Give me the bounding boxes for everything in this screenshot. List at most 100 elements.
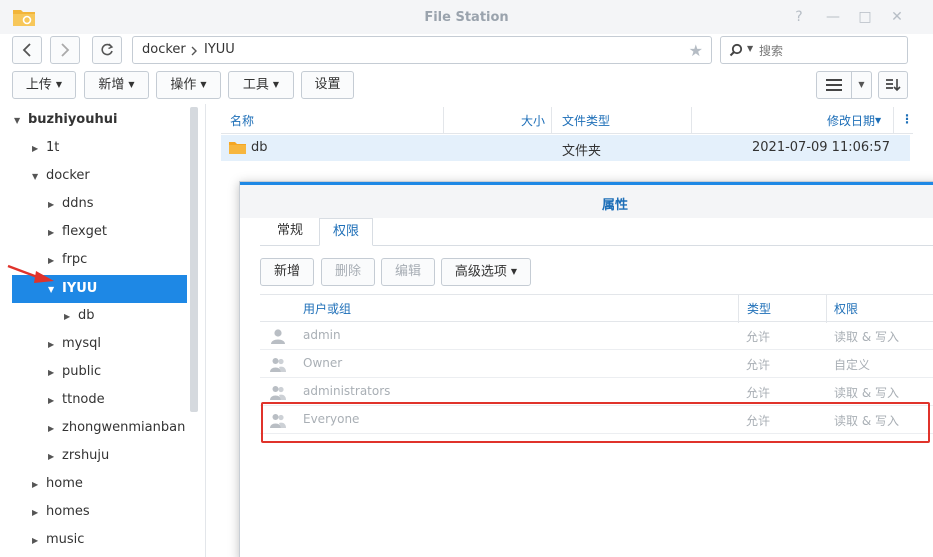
column-name[interactable]: 名称 (230, 112, 254, 129)
path-segment-docker[interactable]: docker (142, 42, 186, 57)
delete-button[interactable]: 删除 (321, 258, 375, 286)
forward-button[interactable] (50, 36, 80, 64)
tree-item-label: music (46, 532, 85, 547)
new-label: 新增 (98, 77, 125, 93)
upload-label: 上传 (25, 77, 52, 93)
tree-item-label: homes (46, 504, 90, 519)
maximize-icon[interactable]: □ (856, 8, 874, 26)
list-view-button[interactable] (816, 71, 852, 99)
sidebar-scrollbar[interactable] (190, 107, 198, 412)
search-placeholder: 搜索 (759, 44, 784, 58)
annotation-arrow-icon (7, 264, 54, 283)
collapsed-triangle-icon: ▶ (32, 480, 39, 489)
caret-down-icon: ▼ (200, 80, 207, 89)
group-icon (270, 386, 286, 400)
sort-icon (886, 79, 901, 92)
user-name: admin (303, 328, 341, 342)
collapsed-triangle-icon: ▶ (48, 340, 55, 349)
advanced-options-button[interactable]: 高级选项 ▼ (441, 258, 531, 286)
tree-item-label: db (78, 308, 95, 323)
tree-item-label: public (62, 364, 102, 379)
caret-down-icon: ▼ (55, 80, 63, 89)
search-input[interactable]: ▼ 搜索 (720, 36, 908, 64)
minimize-icon[interactable]: — (824, 8, 842, 26)
table-row[interactable]: admin 允许 读取 & 写入 (260, 322, 933, 350)
file-modified: 2021-07-09 11:06:57 (752, 140, 891, 155)
tree-item-docker[interactable]: ▼ docker (32, 162, 90, 190)
favorite-star-icon[interactable]: ★ (689, 41, 703, 60)
tree-item-label: home (46, 476, 83, 491)
advanced-options-label: 高级选项 (454, 264, 507, 280)
table-row[interactable]: Owner 允许 自定义 (260, 350, 933, 378)
title-bar: File Station ? — □ ✕ (0, 0, 933, 34)
tree-item-home[interactable]: ▶ home (32, 470, 83, 498)
permission-type: 允许 (746, 358, 771, 372)
permission-value: 自定义 (834, 358, 871, 372)
column-divider (738, 295, 739, 323)
tree-item-db[interactable]: ▶ db (64, 302, 95, 330)
edit-button[interactable]: 编辑 (381, 258, 435, 286)
collapsed-triangle-icon: ▶ (64, 312, 71, 321)
properties-dialog: 属性 常规 权限 新增 删除 编辑 高级选项 ▼ 用户或组 类型 权限 admin… (239, 181, 933, 557)
tree-item-ttnode[interactable]: ▶ ttnode (48, 386, 105, 414)
column-type[interactable]: 类型 (747, 300, 771, 317)
tree-item-public[interactable]: ▶ public (48, 358, 101, 386)
tree-item-label: docker (46, 168, 90, 183)
collapsed-triangle-icon: ▶ (32, 536, 39, 545)
column-modified[interactable]: 修改日期 (827, 112, 875, 129)
collapsed-triangle-icon: ▶ (32, 144, 39, 153)
column-size[interactable]: 大小 (521, 112, 545, 129)
tree-root[interactable]: ▼ buzhiyouhui (14, 112, 117, 127)
column-permission[interactable]: 权限 (834, 300, 858, 317)
tree-item-label: zrshuju (62, 448, 110, 463)
help-icon[interactable]: ? (790, 8, 808, 26)
column-type[interactable]: 文件类型 (562, 112, 610, 129)
column-divider (691, 107, 692, 134)
group-icon (270, 358, 286, 372)
collapsed-triangle-icon: ▶ (48, 452, 55, 461)
user-name: Owner (303, 356, 343, 370)
column-user-or-group[interactable]: 用户或组 (303, 300, 351, 317)
tools-label: 工具 (242, 77, 269, 93)
add-button[interactable]: 新增 (260, 258, 314, 286)
user-icon (271, 329, 285, 344)
tree-item-ddns[interactable]: ▶ ddns (48, 190, 94, 218)
path-segment-iyuu[interactable]: IYUU (204, 42, 235, 57)
sort-desc-icon: ▼ (875, 116, 882, 125)
tree-item-flexget[interactable]: ▶ flexget (48, 218, 107, 246)
upload-button[interactable]: 上传 ▼ (12, 71, 76, 99)
search-dropdown-icon[interactable]: ▼ (747, 44, 753, 53)
action-button[interactable]: 操作 ▼ (156, 71, 221, 99)
caret-down-icon: ▼ (272, 80, 280, 89)
tree-item-label: flexget (62, 224, 107, 239)
column-menu-icon[interactable]: ⋮ (901, 112, 913, 126)
tree-item-mysql[interactable]: ▶ mysql (48, 330, 101, 358)
path-bar[interactable]: docker IYUU ★ (132, 36, 712, 64)
search-icon (729, 43, 743, 57)
tab-permissions[interactable]: 权限 (319, 218, 374, 246)
tree-item-label: ttnode (62, 392, 105, 407)
tree-item-zrshuju[interactable]: ▶ zrshuju (48, 442, 109, 470)
caret-down-icon: ▼ (510, 267, 518, 276)
tools-button[interactable]: 工具 ▼ (228, 71, 294, 99)
view-dropdown-button[interactable]: ▼ (851, 71, 872, 99)
tab-general[interactable]: 常规 (264, 218, 316, 246)
permission-type: 允许 (746, 330, 771, 344)
tree-item-zhongwenmianban[interactable]: ▶ zhongwenmianban (48, 414, 185, 442)
table-row[interactable]: db 文件夹 2021-07-09 11:06:57 (221, 135, 910, 161)
permission-type: 允许 (746, 386, 771, 400)
column-divider (893, 107, 894, 134)
path-separator-icon (191, 46, 197, 56)
annotation-highlight-box (261, 402, 930, 443)
tree-item-label: IYUU (62, 281, 98, 296)
tree-item-homes[interactable]: ▶ homes (32, 498, 90, 526)
settings-button[interactable]: 设置 (301, 71, 354, 99)
refresh-button[interactable] (92, 36, 122, 64)
tree-item-1t[interactable]: ▶ 1t (32, 134, 59, 162)
tree-item-music[interactable]: ▶ music (32, 526, 84, 554)
collapsed-triangle-icon: ▶ (32, 508, 39, 517)
sort-button[interactable] (878, 71, 908, 99)
back-button[interactable] (12, 36, 42, 64)
new-button[interactable]: 新增 ▼ (84, 71, 149, 99)
close-icon[interactable]: ✕ (888, 8, 906, 26)
